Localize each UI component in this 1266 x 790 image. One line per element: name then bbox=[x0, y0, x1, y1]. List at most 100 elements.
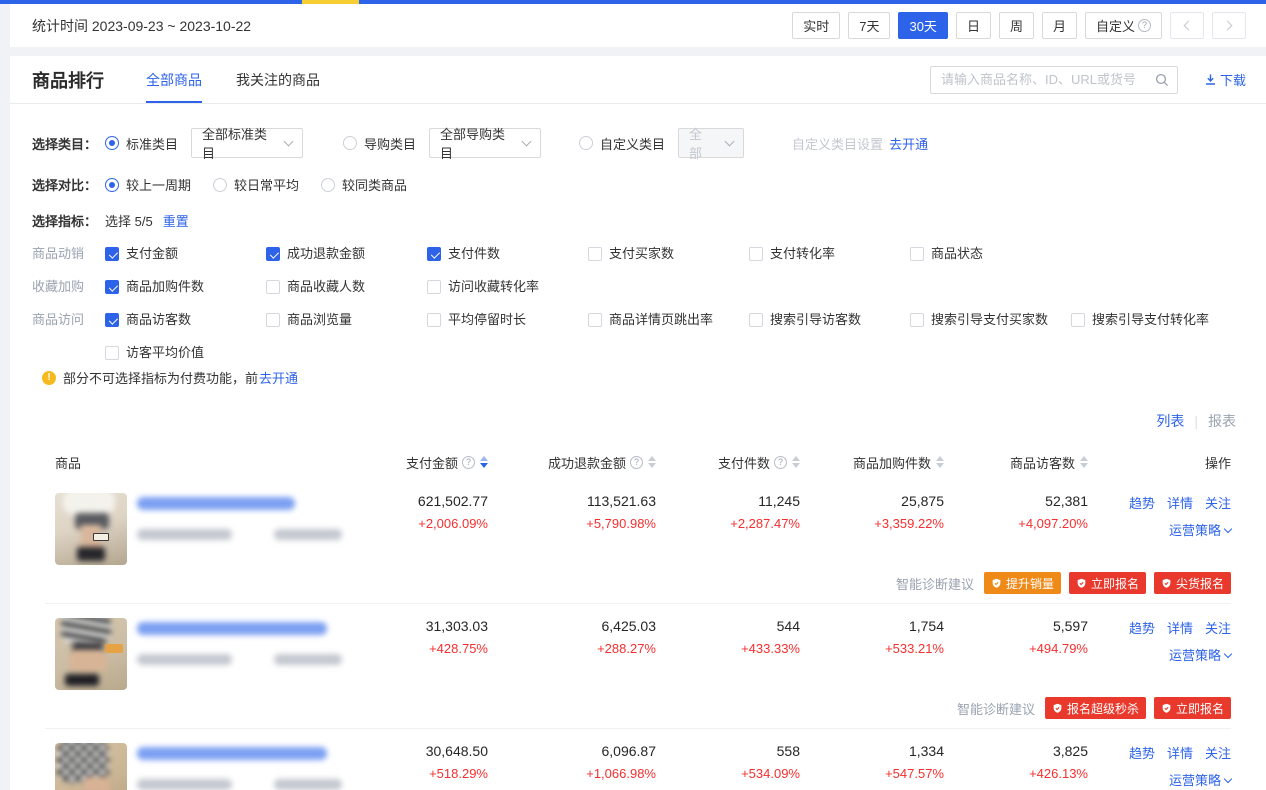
strategy-dropdown[interactable]: 运营策略 bbox=[1169, 770, 1231, 789]
time-btn-month[interactable]: 月 bbox=[1042, 12, 1077, 39]
metric-checkbox-item[interactable]: 支付转化率 bbox=[749, 244, 910, 264]
checkbox-icon[interactable] bbox=[427, 247, 441, 261]
product-search-box[interactable] bbox=[930, 66, 1178, 94]
checkbox-icon[interactable] bbox=[266, 280, 280, 294]
metric-checkbox-item[interactable]: 搜索引导支付买家数 bbox=[910, 310, 1071, 330]
checkbox-icon[interactable] bbox=[588, 247, 602, 261]
radio-daily-average[interactable]: 较日常平均 bbox=[213, 175, 299, 194]
help-icon[interactable]: ? bbox=[630, 456, 643, 469]
help-icon[interactable]: ? bbox=[462, 456, 475, 469]
time-btn-7d[interactable]: 7天 bbox=[848, 12, 890, 39]
tab-followed-products[interactable]: 我关注的商品 bbox=[236, 56, 320, 103]
checkbox-icon[interactable] bbox=[105, 247, 119, 261]
product-title-blurred[interactable] bbox=[137, 622, 327, 635]
radio-icon[interactable] bbox=[105, 178, 119, 192]
detail-link[interactable]: 详情 bbox=[1167, 493, 1193, 512]
radio-standard-category[interactable]: 标准类目 bbox=[105, 134, 178, 153]
sort-control[interactable] bbox=[1080, 456, 1088, 468]
metric-checkbox-item[interactable]: 商品详情页跳出率 bbox=[588, 310, 749, 330]
metric-checkbox-item[interactable]: 支付买家数 bbox=[588, 244, 749, 264]
metric-checkbox-item[interactable]: 搜索引导支付转化率 bbox=[1071, 310, 1232, 330]
view-report-button[interactable]: 报表 bbox=[1208, 411, 1236, 431]
metric-checkbox-item[interactable]: 支付件数 bbox=[427, 244, 588, 264]
metric-checkbox-item[interactable]: 商品收藏人数 bbox=[266, 277, 427, 297]
trend-link[interactable]: 趋势 bbox=[1129, 493, 1155, 512]
radio-icon[interactable] bbox=[105, 136, 119, 150]
checkbox-icon[interactable] bbox=[749, 313, 763, 327]
radio-guide-category[interactable]: 导购类目 bbox=[343, 134, 416, 153]
product-title-blurred[interactable] bbox=[137, 747, 327, 760]
sort-control[interactable] bbox=[648, 456, 656, 468]
metric-checkbox-item[interactable]: 成功退款金额 bbox=[266, 244, 427, 264]
metric-checkbox-item[interactable]: 商品访客数 bbox=[105, 310, 266, 330]
metric-checkbox-item[interactable]: 访客平均价值 bbox=[105, 343, 266, 363]
trend-link[interactable]: 趋势 bbox=[1129, 743, 1155, 762]
radio-icon[interactable] bbox=[343, 136, 357, 150]
radio-icon[interactable] bbox=[213, 178, 227, 192]
signup-now-button[interactable]: 立即报名 bbox=[1069, 572, 1146, 594]
detail-link[interactable]: 详情 bbox=[1167, 743, 1193, 762]
boost-sales-button[interactable]: 提升销量 bbox=[984, 572, 1061, 594]
radio-icon[interactable] bbox=[321, 178, 335, 192]
checkbox-icon[interactable] bbox=[1071, 313, 1085, 327]
sort-control[interactable] bbox=[936, 456, 944, 468]
time-btn-day[interactable]: 日 bbox=[956, 12, 991, 39]
metric-checkbox-item[interactable]: 平均停留时长 bbox=[427, 310, 588, 330]
metric-checkbox-item[interactable]: 商品加购件数 bbox=[105, 277, 266, 297]
checkbox-icon[interactable] bbox=[588, 313, 602, 327]
checkbox-icon[interactable] bbox=[266, 247, 280, 261]
radio-prev-period[interactable]: 较上一周期 bbox=[105, 175, 191, 194]
notice-activate-link[interactable]: 去开通 bbox=[259, 368, 298, 387]
help-icon[interactable]: ? bbox=[774, 456, 787, 469]
strategy-dropdown[interactable]: 运营策略 bbox=[1169, 645, 1231, 664]
metric-checkbox-item[interactable]: 商品浏览量 bbox=[266, 310, 427, 330]
checkbox-icon[interactable] bbox=[427, 313, 441, 327]
trend-link[interactable]: 趋势 bbox=[1129, 618, 1155, 637]
metric-checkbox-item[interactable]: 商品状态 bbox=[910, 244, 1071, 264]
signup-now-button[interactable]: 立即报名 bbox=[1154, 697, 1231, 719]
follow-link[interactable]: 关注 bbox=[1205, 618, 1231, 637]
guide-category-select[interactable]: 全部导购类目 bbox=[429, 128, 541, 158]
checkbox-icon[interactable] bbox=[749, 247, 763, 261]
detail-link[interactable]: 详情 bbox=[1167, 618, 1193, 637]
sort-control[interactable] bbox=[792, 456, 800, 468]
checkbox-icon[interactable] bbox=[266, 313, 280, 327]
follow-link[interactable]: 关注 bbox=[1205, 493, 1231, 512]
search-input[interactable] bbox=[941, 72, 1155, 87]
product-title-blurred[interactable] bbox=[137, 497, 295, 510]
standard-category-select[interactable]: 全部标准类目 bbox=[191, 128, 303, 158]
next-period-button[interactable] bbox=[1212, 12, 1246, 39]
checkbox-icon[interactable] bbox=[105, 313, 119, 327]
activate-link[interactable]: 去开通 bbox=[889, 134, 928, 153]
checkbox-icon[interactable] bbox=[910, 247, 924, 261]
metric-checkbox-item[interactable]: 支付金额 bbox=[105, 244, 266, 264]
metrics-reset-link[interactable]: 重置 bbox=[163, 211, 189, 230]
product-image[interactable] bbox=[55, 618, 127, 690]
strategy-dropdown[interactable]: 运营策略 bbox=[1169, 520, 1231, 539]
hot-item-signup-button[interactable]: 尖货报名 bbox=[1154, 572, 1231, 594]
metric-checkbox-item[interactable]: 访问收藏转化率 bbox=[427, 277, 588, 297]
flash-sale-signup-button[interactable]: 报名超级秒杀 bbox=[1045, 697, 1146, 719]
checkbox-icon[interactable] bbox=[105, 346, 119, 360]
help-icon[interactable]: ? bbox=[1138, 19, 1151, 32]
radio-custom-category[interactable]: 自定义类目 bbox=[579, 134, 665, 153]
prev-period-button[interactable] bbox=[1170, 12, 1204, 39]
radio-icon[interactable] bbox=[579, 136, 593, 150]
metric-checkbox-item[interactable]: 搜索引导访客数 bbox=[749, 310, 910, 330]
sort-control[interactable] bbox=[480, 456, 488, 468]
time-btn-30d[interactable]: 30天 bbox=[898, 12, 947, 39]
tab-all-products[interactable]: 全部商品 bbox=[146, 56, 202, 103]
time-btn-week[interactable]: 周 bbox=[999, 12, 1034, 39]
time-btn-realtime[interactable]: 实时 bbox=[792, 12, 840, 39]
download-button[interactable]: 下载 bbox=[1204, 70, 1246, 89]
product-image[interactable] bbox=[55, 493, 127, 565]
time-btn-custom[interactable]: 自定义 ? bbox=[1085, 12, 1162, 39]
product-image[interactable] bbox=[55, 743, 127, 790]
search-icon[interactable] bbox=[1155, 73, 1169, 87]
checkbox-icon[interactable] bbox=[105, 280, 119, 294]
view-list-button[interactable]: 列表 bbox=[1156, 411, 1184, 431]
checkbox-icon[interactable] bbox=[427, 280, 441, 294]
checkbox-icon[interactable] bbox=[910, 313, 924, 327]
radio-similar-products[interactable]: 较同类商品 bbox=[321, 175, 407, 194]
follow-link[interactable]: 关注 bbox=[1205, 743, 1231, 762]
